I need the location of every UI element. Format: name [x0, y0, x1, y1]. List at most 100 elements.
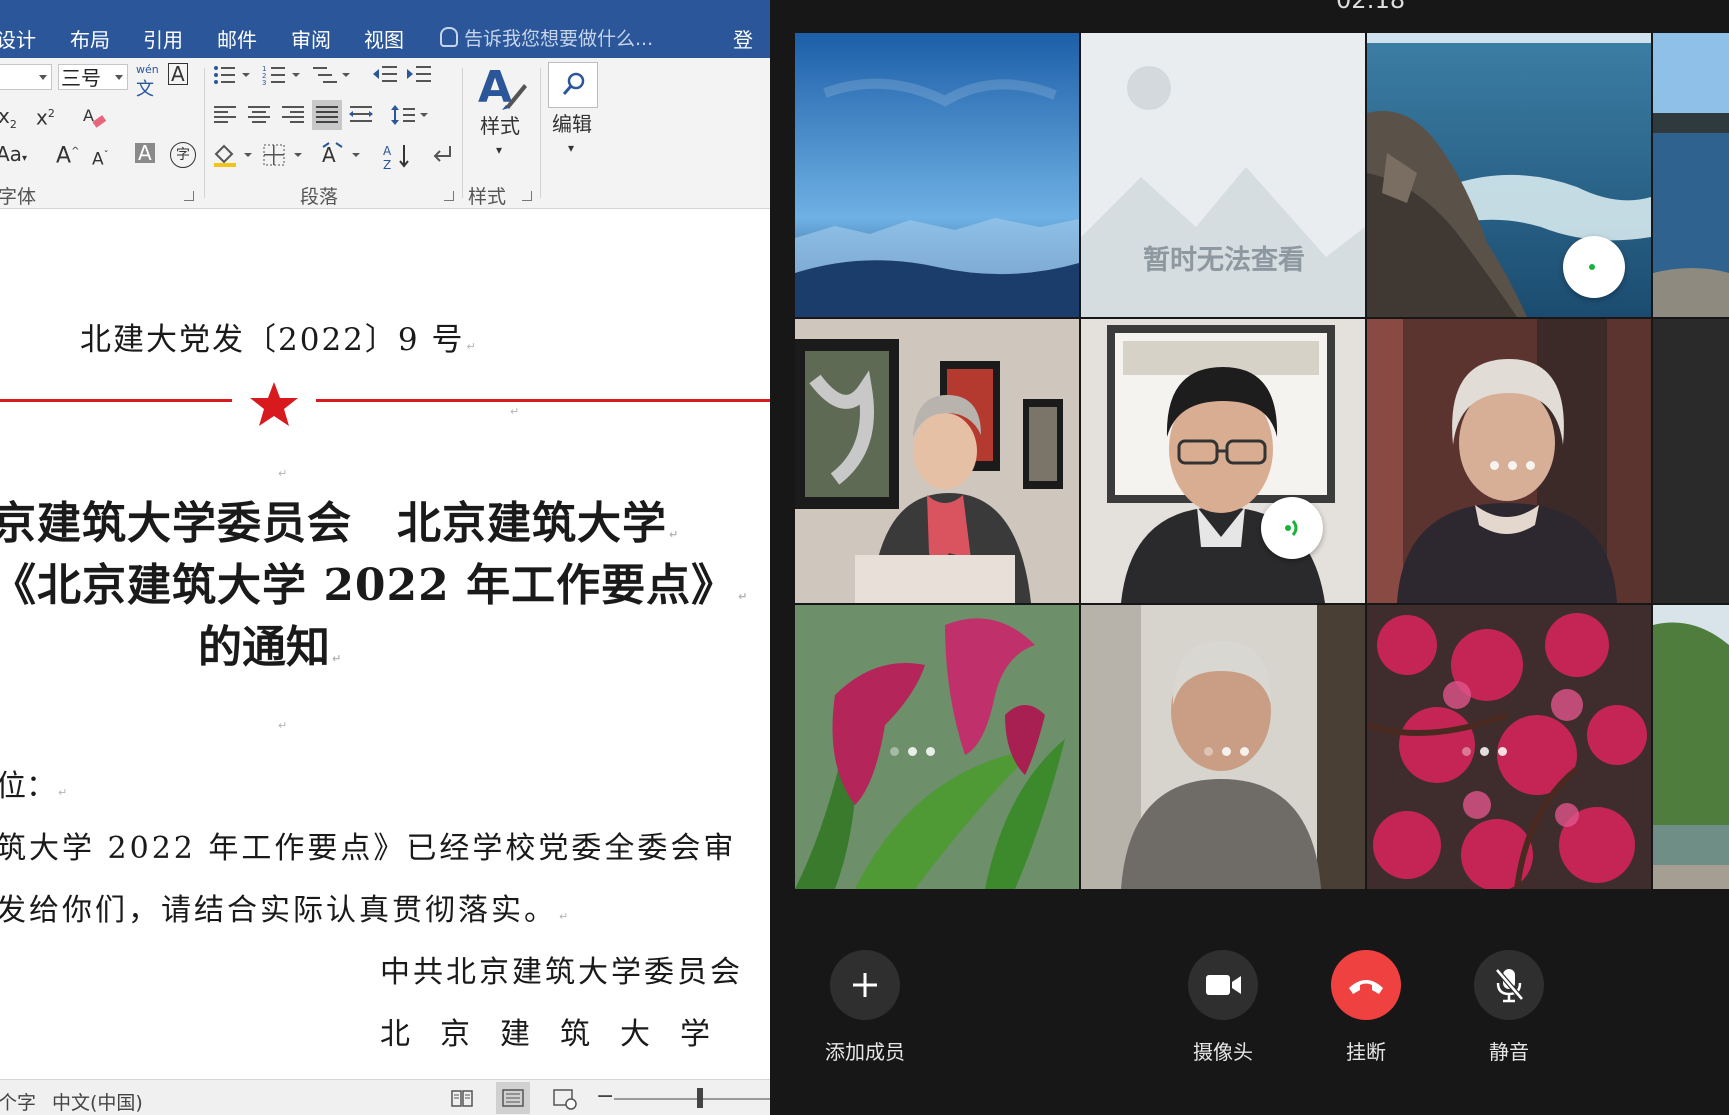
participant-tile[interactable]	[1081, 605, 1365, 889]
add-member-button[interactable]	[830, 950, 900, 1020]
paragraph-group-label: 段落	[300, 186, 339, 208]
char-border-button[interactable]: A	[168, 63, 188, 85]
web-layout-icon[interactable]	[552, 1088, 578, 1110]
participant-tile-unavailable[interactable]: 暂时无法查看	[1081, 33, 1365, 317]
participant-tile[interactable]	[1367, 33, 1651, 317]
decrease-indent-icon[interactable]	[372, 64, 398, 86]
char-shading-button[interactable]: A	[135, 143, 155, 163]
styles-icon: A	[478, 62, 527, 112]
zoom-out-button[interactable]: −	[596, 1084, 614, 1109]
shrink-font-button[interactable]: Aˇ	[92, 146, 109, 170]
multilevel-list-icon[interactable]	[312, 64, 352, 86]
font-group-label: 字体	[0, 186, 37, 208]
hang-up-button[interactable]	[1331, 950, 1401, 1020]
participant-tile[interactable]	[1367, 319, 1651, 603]
paragraph-mark: ↵	[278, 467, 288, 480]
line-spacing-icon[interactable]	[390, 104, 430, 126]
pinyin-top: wén	[136, 63, 159, 76]
tell-me-search[interactable]: 告诉我您想要做什么...	[440, 24, 653, 51]
tell-me-text: 告诉我您想要做什么...	[464, 28, 654, 50]
borders-icon[interactable]	[262, 142, 306, 168]
hang-up-label: 挂断	[1346, 1040, 1386, 1064]
read-mode-icon[interactable]	[450, 1088, 474, 1108]
sort-icon[interactable]: AZ	[382, 142, 412, 172]
salutation: 位： ↵	[0, 761, 67, 805]
participant-tile-partial[interactable]	[1653, 319, 1729, 603]
paragraph-dialog-launcher[interactable]	[444, 191, 454, 201]
print-layout-button[interactable]	[496, 1082, 530, 1114]
tab-references[interactable]: 引用	[143, 24, 183, 53]
distributed-icon[interactable]	[348, 104, 374, 126]
participant-tile[interactable]	[795, 605, 1079, 889]
pinyin-guide-button[interactable]: wén 文	[136, 60, 159, 102]
camera-button[interactable]	[1188, 950, 1258, 1020]
participant-tile[interactable]	[795, 33, 1079, 317]
subscript-button[interactable]: x2	[0, 106, 17, 135]
participant-tile[interactable]	[795, 319, 1079, 603]
styles-group-label: 样式	[468, 186, 507, 208]
participant-tile-partial[interactable]	[1653, 605, 1729, 889]
tab-view[interactable]: 视图	[364, 24, 404, 53]
mute-label: 静音	[1489, 1040, 1529, 1064]
title-line-1-text: 京建筑大学委员会 北京建筑大学	[0, 498, 667, 549]
shading-icon[interactable]	[212, 142, 256, 168]
title-line-1: 京建筑大学委员会 北京建筑大学 ↵	[0, 487, 679, 551]
clear-format-icon[interactable]: A	[82, 106, 108, 128]
signature-line-1: 中共北京建筑大学委员会	[380, 947, 743, 991]
ribbon-tab-bar: 设计 布局 引用 邮件 审阅 视图 告诉我您想要做什么... 登录	[0, 0, 770, 81]
align-right-icon[interactable]	[280, 104, 306, 126]
superscript-button[interactable]: x2	[36, 104, 55, 128]
enclose-char-button[interactable]: 字	[170, 142, 196, 168]
zoom-slider-thumb[interactable]	[697, 1088, 703, 1108]
font-size-combo[interactable]: 三号	[58, 64, 128, 90]
paragraph-mark: ↵	[510, 405, 520, 418]
tab-review[interactable]: 审阅	[291, 24, 331, 53]
styles-dialog-launcher[interactable]	[522, 191, 532, 201]
change-case-label: Aa	[0, 142, 22, 166]
justify-icon[interactable]	[312, 100, 342, 130]
align-center-icon[interactable]	[246, 104, 272, 126]
bullets-icon[interactable]	[212, 64, 252, 86]
participant-tile-active-speaker[interactable]	[1081, 319, 1365, 603]
call-timer: 02:18	[1336, 0, 1406, 14]
doc-number-text: 北建大党发〔2022〕9 号	[80, 322, 465, 358]
word-count[interactable]: 个字	[0, 1088, 36, 1115]
svg-text:A: A	[478, 62, 512, 112]
doc-number: 北建大党发〔2022〕9 号 ↵	[80, 322, 478, 358]
plus-icon	[853, 973, 877, 997]
ribbon: 三号 wén 文 A x2 x2 A Aa▾ A^ Aˇ A 字 字体 123 A…	[0, 58, 770, 209]
tab-design[interactable]: 设计	[0, 24, 36, 53]
tab-layout[interactable]: 布局	[70, 24, 110, 53]
change-case-button[interactable]: Aa▾	[0, 144, 27, 169]
video-camera-icon	[1206, 975, 1241, 995]
grow-font-button[interactable]: A^	[56, 142, 79, 169]
connecting-indicator	[890, 741, 944, 760]
font-dialog-launcher[interactable]	[184, 191, 194, 201]
grow-font-label: A	[56, 143, 72, 169]
asian-layout-icon[interactable]: A	[320, 142, 364, 168]
speaking-indicator	[1563, 236, 1625, 298]
align-left-icon[interactable]	[212, 104, 238, 126]
font-name-combo[interactable]	[0, 64, 52, 90]
mute-button[interactable]	[1474, 950, 1544, 1020]
language-status[interactable]: 中文(中国)	[52, 1088, 143, 1115]
signature-line-2: 北 京 建 筑 大 学	[380, 1009, 710, 1053]
increase-indent-icon[interactable]	[406, 64, 432, 86]
styles-button[interactable]: A 样式 ▾	[472, 60, 532, 170]
numbering-icon[interactable]: 123	[262, 64, 302, 86]
status-bar: 个字 中文(中国) −	[0, 1079, 770, 1115]
edit-button[interactable]: 编辑 ▾	[546, 60, 602, 170]
man-glasses-avatar	[1081, 319, 1365, 603]
participant-tile[interactable]	[1367, 605, 1651, 889]
participant-tile-partial[interactable]	[1653, 33, 1729, 317]
show-formatting-icon[interactable]	[428, 142, 456, 170]
speaking-indicator	[1261, 497, 1323, 559]
document-page[interactable]: 北建大党发〔2022〕9 号 ↵ ↵ ↵ 京建筑大学委员会 北京建筑大学 ↵ 《北京…	[0, 209, 770, 1079]
shrink-font-label: A	[92, 149, 104, 170]
chevron-down-icon: ▾	[568, 141, 575, 155]
signature-line-1-text: 中共北京建筑大学委员会	[380, 955, 743, 990]
elderly-woman-avatar	[795, 319, 1079, 603]
chevron-down-icon	[115, 75, 123, 80]
tab-mailings[interactable]: 邮件	[217, 24, 257, 53]
zoom-slider-track[interactable]	[614, 1098, 770, 1100]
